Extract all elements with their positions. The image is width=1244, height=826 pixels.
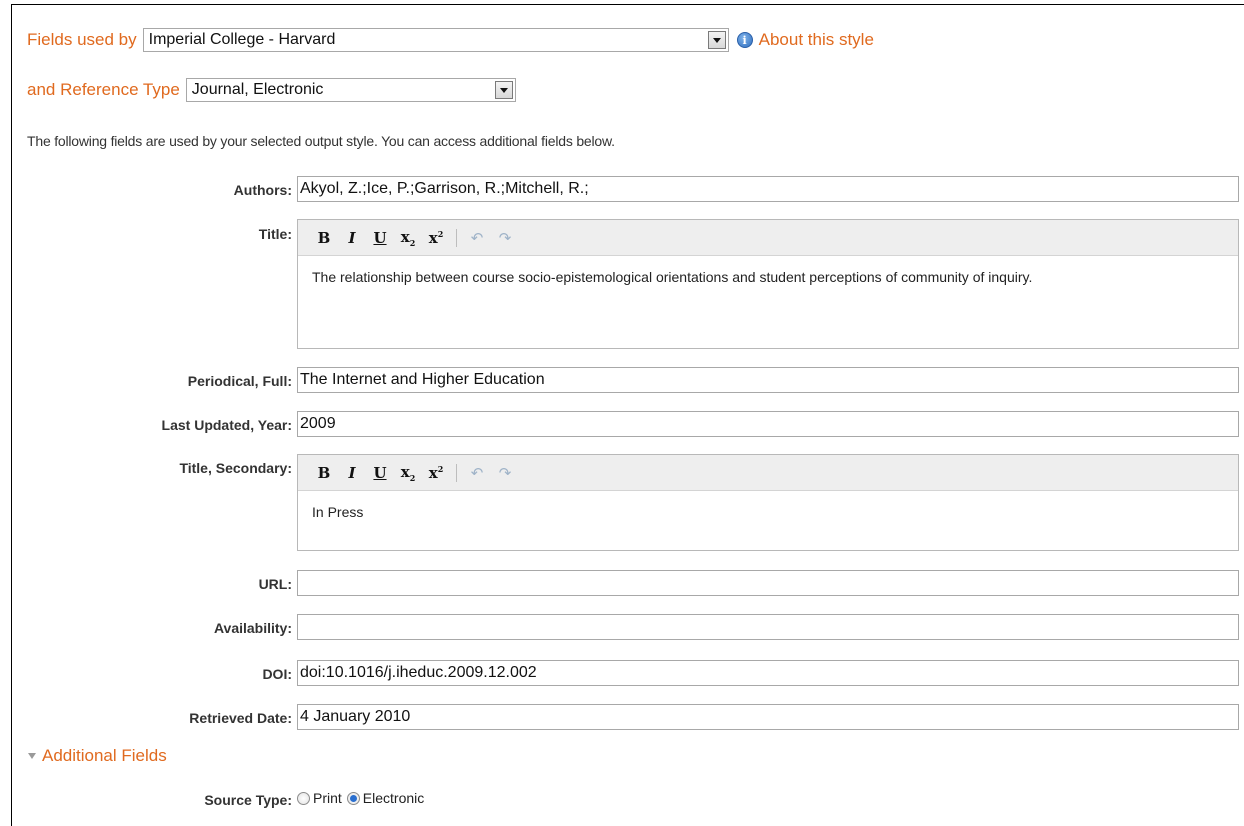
- title-text-area[interactable]: The relationship between course socio-ep…: [298, 256, 1238, 299]
- additional-fields-label: Additional Fields: [42, 746, 167, 765]
- about-style-link[interactable]: About this style: [759, 30, 874, 50]
- title-secondary-label: Title, Secondary:: [179, 460, 292, 476]
- fields-used-by-label: Fields used by: [27, 30, 137, 49]
- output-style-value: Imperial College - Harvard: [148, 31, 336, 48]
- electronic-radio-label[interactable]: Electronic: [363, 790, 424, 806]
- chevron-down-icon[interactable]: [494, 81, 513, 99]
- availability-label: Availability:: [213, 620, 292, 636]
- source-type-label: Source Type:: [204, 792, 292, 808]
- italic-button[interactable]: I: [338, 464, 366, 482]
- title-toolbar: B I U x2 x2 ↶ ↷: [298, 220, 1238, 256]
- underline-button[interactable]: U: [366, 464, 394, 482]
- triangle-down-icon: [28, 753, 36, 759]
- output-style-select[interactable]: Imperial College - Harvard: [142, 28, 729, 52]
- source-type-radios: Print Electronic: [297, 790, 429, 806]
- additional-fields-toggle[interactable]: Additional Fields: [28, 746, 167, 766]
- title-secondary-text-area[interactable]: In Press: [298, 491, 1238, 534]
- toolbar-divider: [456, 463, 457, 482]
- reference-type-value: Journal, Electronic: [191, 81, 324, 98]
- periodical-input[interactable]: The Internet and Higher Education: [297, 367, 1239, 393]
- title-secondary-toolbar: B I U x2 x2 ↶ ↷: [298, 455, 1238, 491]
- authors-input[interactable]: Akyol, Z.;Ice, P.;Garrison, R.;Mitchell,…: [297, 176, 1239, 202]
- url-input[interactable]: [297, 570, 1239, 596]
- italic-button[interactable]: I: [338, 229, 366, 247]
- print-radio-label[interactable]: Print: [313, 790, 342, 806]
- reference-type-label: and Reference Type: [27, 80, 180, 99]
- chevron-down-icon[interactable]: [707, 31, 726, 49]
- reference-type-select[interactable]: Journal, Electronic: [185, 78, 516, 102]
- superscript-button[interactable]: x2: [422, 464, 450, 482]
- url-label: URL:: [258, 576, 292, 592]
- style-row: Fields used by Imperial College - Harvar…: [27, 27, 874, 53]
- undo-icon[interactable]: ↶: [463, 464, 491, 482]
- year-label: Last Updated, Year:: [161, 417, 292, 433]
- redo-icon[interactable]: ↷: [491, 229, 519, 247]
- print-radio[interactable]: [297, 791, 310, 805]
- title-label: Title:: [258, 226, 292, 242]
- subscript-button[interactable]: x2: [394, 228, 422, 248]
- retrieved-date-input[interactable]: 4 January 2010: [297, 704, 1239, 730]
- bold-button[interactable]: B: [310, 229, 338, 247]
- reference-type-row: and Reference Type Journal, Electronic: [27, 77, 516, 103]
- undo-icon[interactable]: ↶: [463, 229, 491, 247]
- authors-label: Authors:: [233, 182, 292, 198]
- doi-label: DOI:: [262, 666, 292, 682]
- title-secondary-editor: B I U x2 x2 ↶ ↷ In Press: [297, 454, 1239, 551]
- underline-button[interactable]: U: [366, 229, 394, 247]
- info-icon[interactable]: i: [736, 32, 753, 48]
- periodical-label: Periodical, Full:: [187, 373, 292, 389]
- subscript-button[interactable]: x2: [394, 463, 422, 483]
- toolbar-divider: [456, 228, 457, 247]
- electronic-radio[interactable]: [346, 791, 360, 805]
- title-editor: B I U x2 x2 ↶ ↷ The relationship between…: [297, 219, 1239, 349]
- availability-input[interactable]: [297, 614, 1239, 640]
- year-input[interactable]: 2009: [297, 411, 1239, 437]
- redo-icon[interactable]: ↷: [491, 464, 519, 482]
- doi-input[interactable]: doi:10.1016/j.iheduc.2009.12.002: [297, 660, 1239, 686]
- superscript-button[interactable]: x2: [422, 229, 450, 247]
- intro-text: The following fields are used by your se…: [27, 133, 615, 149]
- bold-button[interactable]: B: [310, 464, 338, 482]
- source-type-row: Source Type: Print Electronic: [0, 790, 1244, 810]
- retrieved-date-label: Retrieved Date:: [189, 710, 292, 726]
